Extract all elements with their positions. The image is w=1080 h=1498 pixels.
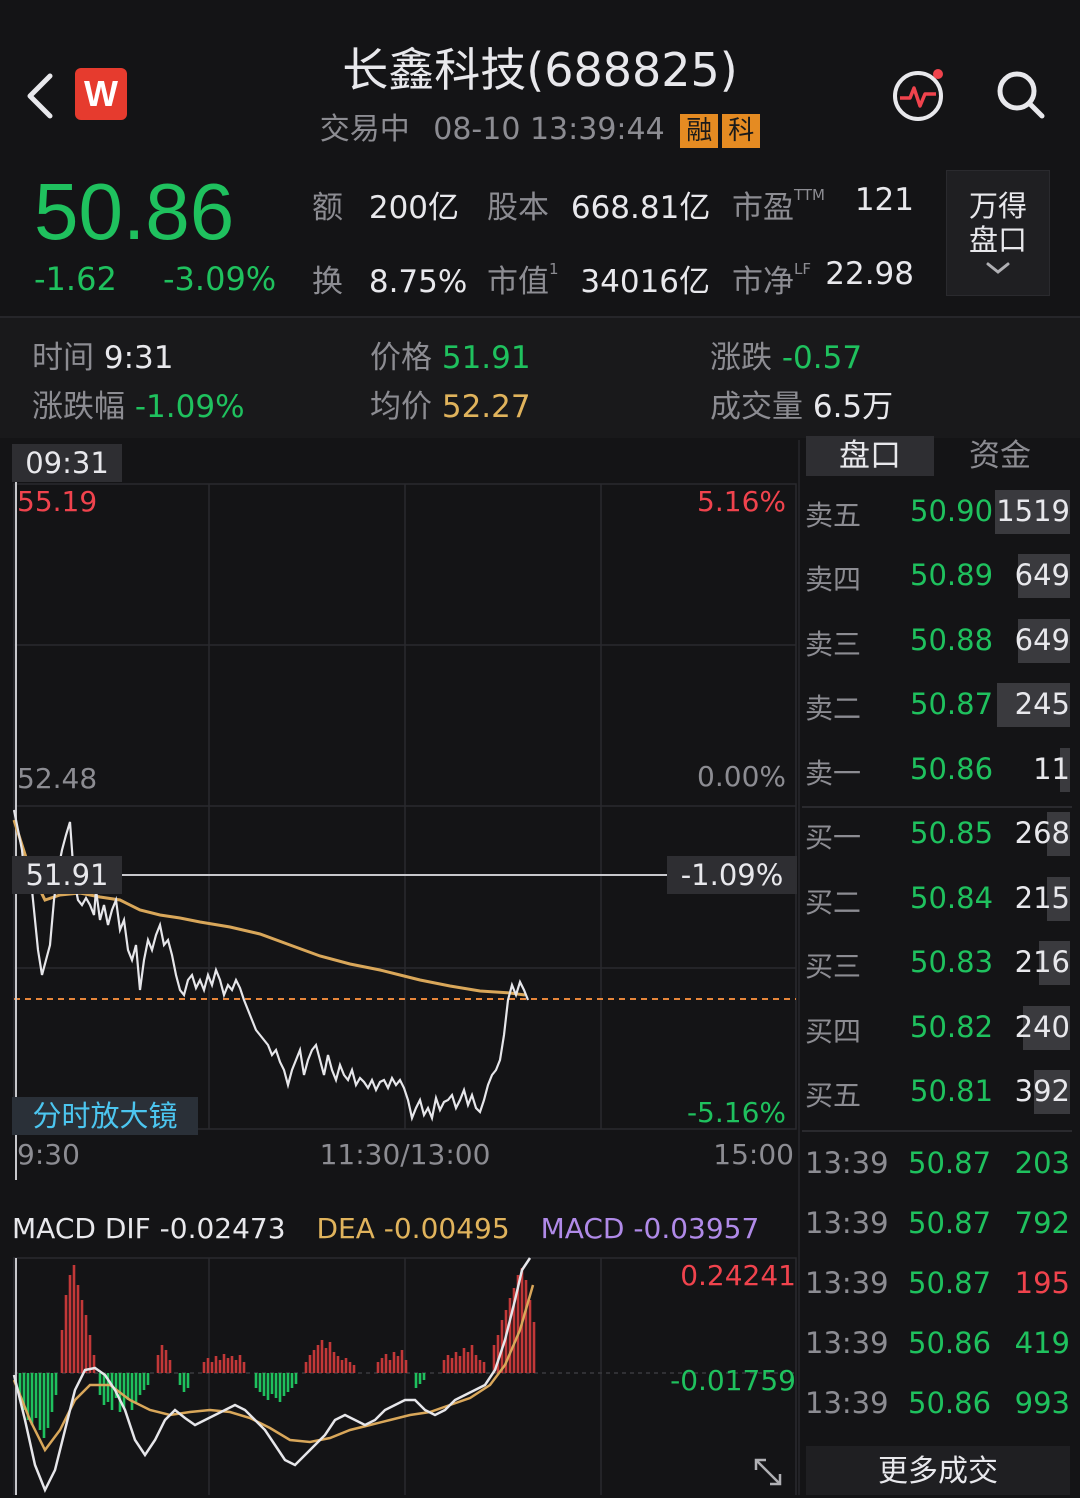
ask-row[interactable]: 卖一 50.86 11 xyxy=(800,740,1080,804)
macd-axis-bottom: -0.01759 xyxy=(670,1364,796,1397)
info-avg-price: 均价 52.27 xyxy=(370,389,531,425)
wind-orderbook-button[interactable]: 万得 盘口 xyxy=(946,170,1050,296)
bid-row[interactable]: 买三 50.83 216 xyxy=(800,933,1080,997)
stat-pe: 市盈TTM 121 xyxy=(732,182,914,226)
stat-pb: 市净LF 22.98 xyxy=(732,256,914,300)
cursor-price-box: 51.91 xyxy=(12,856,122,894)
pct-high-label: 5.16% xyxy=(697,485,786,518)
info-change: 涨跌 -0.57 xyxy=(710,340,863,376)
macd-histogram xyxy=(18,1265,536,1438)
info-change-pct: 涨跌幅 -1.09% xyxy=(32,389,245,425)
info-price: 价格 51.91 xyxy=(370,340,531,376)
bid-row[interactable]: 买二 50.84 215 xyxy=(800,869,1080,933)
tab-orderbook[interactable]: 盘口 xyxy=(806,436,934,476)
tick-row: 13:39 50.86 993 xyxy=(805,1386,1070,1420)
macd-legend: MACD DIF -0.02473 DEA -0.00495 MACD -0.0… xyxy=(12,1212,759,1245)
info-volume: 成交量 6.5万 xyxy=(710,389,894,425)
last-price: 50.86 xyxy=(34,167,235,256)
price-mid-label: 52.48 xyxy=(17,762,97,795)
timestamp: 08-10 13:39:44 xyxy=(433,112,665,147)
chevron-down-icon xyxy=(986,262,1010,274)
magnifier-button[interactable]: 分时放大镜 xyxy=(12,1097,198,1135)
expand-icon[interactable] xyxy=(752,1456,784,1488)
tick-row: 13:39 50.87 195 xyxy=(805,1266,1070,1300)
trade-status: 交易中 xyxy=(319,112,410,147)
x-tick-open: 9:30 xyxy=(17,1138,80,1171)
tick-row: 13:39 50.86 419 xyxy=(805,1326,1070,1360)
stat-market-cap: 市值1 34016亿 xyxy=(487,260,711,300)
pct-mid-label: 0.00% xyxy=(697,760,786,793)
ask-row[interactable]: 卖四 50.89 649 xyxy=(800,546,1080,610)
pulse-monitor-icon[interactable] xyxy=(890,66,950,126)
pct-low-label: -5.16% xyxy=(687,1096,786,1129)
more-trades-button[interactable]: 更多成交 xyxy=(806,1446,1070,1495)
price-change-pct: -3.09% xyxy=(163,260,277,298)
cursor-time-box: 09:31 xyxy=(12,444,122,482)
info-time: 时间 9:31 xyxy=(32,340,174,376)
price-change: -1.62 xyxy=(34,260,117,298)
ask-row[interactable]: 卖二 50.87 245 xyxy=(800,675,1080,739)
macd-dif: MACD DIF -0.02473 xyxy=(12,1212,286,1245)
search-icon[interactable] xyxy=(994,68,1048,122)
macd-value: MACD -0.03957 xyxy=(540,1212,760,1245)
tick-row: 13:39 50.87 203 xyxy=(805,1146,1070,1180)
margin-tag: 融 xyxy=(680,114,719,148)
macd-dea: DEA -0.00495 xyxy=(316,1212,510,1245)
macd-chart[interactable]: 0.24241 -0.01759 xyxy=(0,1255,800,1495)
stat-amount: 额 200亿 xyxy=(312,190,460,226)
x-tick-noon: 11:30/13:00 xyxy=(320,1138,491,1171)
intraday-chart[interactable]: 55.19 5.16% 52.48 0.00% -5.16% 9:30 11:3… xyxy=(0,440,800,1180)
stat-turnover: 换 8.75% xyxy=(312,264,468,300)
star-market-tag: 科 xyxy=(722,114,761,148)
ask-row[interactable]: 卖五 50.90 1519 xyxy=(800,482,1080,546)
ask-row[interactable]: 卖三 50.88 649 xyxy=(800,611,1080,675)
ticks-separator xyxy=(802,1130,1072,1132)
tick-row: 13:39 50.87 792 xyxy=(805,1206,1070,1240)
tab-fund-flow[interactable]: 资金 xyxy=(936,436,1064,476)
macd-axis-top: 0.24241 xyxy=(680,1259,796,1292)
stat-shares: 股本 668.81亿 xyxy=(487,190,711,226)
crosshair-info: 时间 9:31 价格 51.91 涨跌 -0.57 涨跌幅 -1.09% 均价 … xyxy=(0,318,1080,438)
chart-grid xyxy=(13,483,797,1130)
quote-summary: 50.86 -1.62 -3.09% 额 200亿 股本 668.81亿 市盈T… xyxy=(0,160,1080,310)
bid-row[interactable]: 买一 50.85 268 xyxy=(800,804,1080,868)
header: W 长鑫科技(688825) 交易中 08-10 13:39:44 融科 xyxy=(0,0,1080,160)
bid-row[interactable]: 买五 50.81 392 xyxy=(800,1062,1080,1126)
x-tick-close: 15:00 xyxy=(713,1138,794,1171)
cursor-pct-box: -1.09% xyxy=(667,856,797,894)
bid-row[interactable]: 买四 50.82 240 xyxy=(800,998,1080,1062)
price-high-label: 55.19 xyxy=(17,485,97,518)
